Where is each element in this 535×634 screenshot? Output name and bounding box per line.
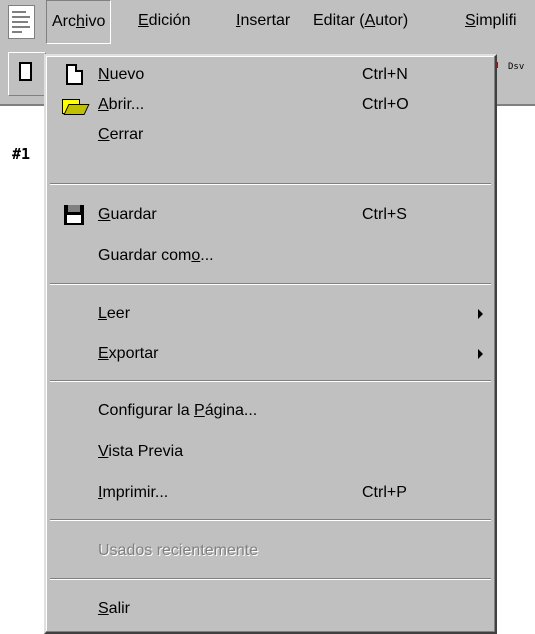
menu-item-exportar[interactable]: Exportar: [46, 339, 495, 369]
menu-editar-autor[interactable]: Editar (Autor): [308, 0, 413, 44]
shortcut-label: Ctrl+N: [362, 66, 408, 83]
menu-separator: [50, 283, 491, 285]
menu-item-guardar-como[interactable]: Guardar como...: [46, 241, 495, 271]
menu-item-cerrar[interactable]: Cerrar: [46, 120, 495, 150]
new-page-icon: [66, 64, 83, 85]
new-page-icon: [19, 62, 32, 81]
shortcut-label: Ctrl+O: [362, 96, 409, 113]
new-toolbar-button[interactable]: [8, 52, 46, 96]
menu-insertar[interactable]: Insertar: [231, 0, 295, 44]
document-icon[interactable]: [8, 5, 35, 39]
menu-simplificar[interactable]: Simplifi: [460, 0, 522, 44]
shortcut-label: Ctrl+S: [362, 206, 407, 223]
floppy-disk-icon: [64, 205, 84, 225]
document-label: #1: [12, 145, 31, 163]
menu-separator: [50, 380, 491, 382]
menu-item-abrir[interactable]: Abrir... Ctrl+O: [46, 90, 495, 120]
submenu-arrow-icon: [478, 309, 483, 319]
menu-edicion[interactable]: Edición: [133, 0, 195, 44]
menu-item-leer[interactable]: Leer: [46, 299, 495, 329]
menu-item-vista-previa[interactable]: Vista Previa: [46, 437, 495, 467]
menu-archivo[interactable]: Archivo: [46, 0, 112, 44]
menu-item-salir[interactable]: Salir: [46, 594, 495, 624]
menu-item-usados-recientemente: Usados recientemente: [98, 542, 259, 559]
archivo-dropdown-menu: Nuevo Ctrl+N Abrir... Ctrl+O Cerrar Guar…: [44, 54, 497, 634]
shortcut-label: Ctrl+P: [362, 484, 407, 501]
toolbar-small-label[interactable]: Dsv: [508, 62, 524, 72]
menu-separator: [50, 578, 491, 580]
menu-item-imprimir[interactable]: Imprimir... Ctrl+P: [46, 478, 495, 508]
open-folder-icon: [62, 96, 90, 116]
menu-bar: Archivo Edición Insertar Editar (Autor) …: [0, 0, 535, 44]
menu-item-guardar[interactable]: Guardar Ctrl+S: [46, 200, 495, 230]
menu-item-configurar-pagina[interactable]: Configurar la Página...: [46, 396, 495, 426]
submenu-arrow-icon: [478, 349, 483, 359]
menu-item-nuevo[interactable]: Nuevo Ctrl+N: [46, 60, 495, 90]
menu-separator: [50, 183, 491, 185]
menu-separator: [50, 519, 491, 521]
